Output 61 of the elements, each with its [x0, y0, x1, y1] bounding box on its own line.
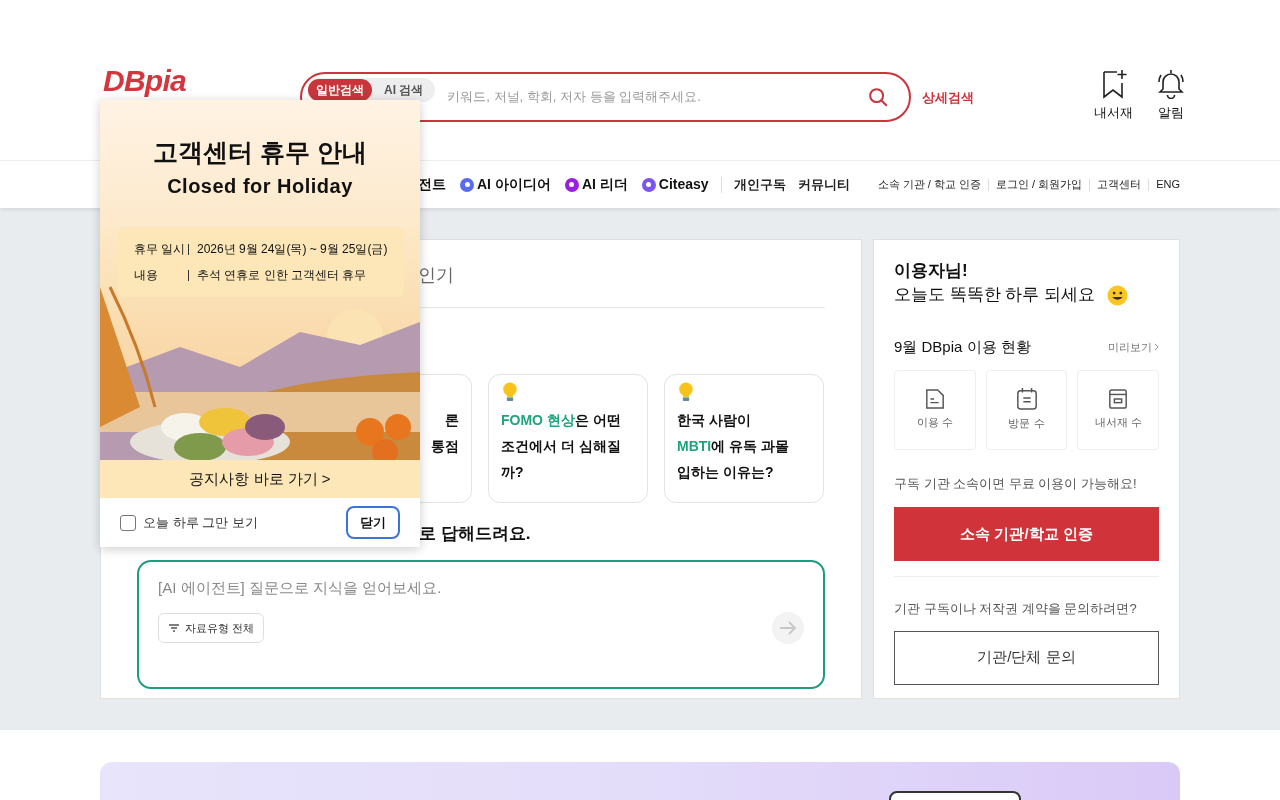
ai-agent-input[interactable]: [AI 에이전트] 질문으로 지식을 얻어보세요. 자료유형 전체 — [137, 559, 825, 689]
nav-link[interactable]: 커뮤니티 — [797, 174, 850, 195]
popup-title: 고객센터 휴무 안내 — [153, 137, 367, 167]
lightbulb-icon — [501, 381, 519, 403]
tab-label[interactable]: 인기 — [418, 262, 454, 289]
nav-link[interactable]: 개인구독 — [733, 174, 786, 195]
document-icon — [924, 388, 945, 411]
bell-icon — [1157, 68, 1185, 99]
close-button[interactable]: 닫기 — [346, 506, 400, 539]
arrow-right-icon — [779, 621, 797, 635]
greeting-message: 오늘도 똑똑한 하루 되세요 — [894, 284, 1096, 306]
greeting-text: 이용자님! — [894, 260, 969, 282]
nav-link[interactable]: 전트 — [418, 174, 446, 195]
question-text: 론 통점 — [430, 411, 459, 456]
calendar-icon — [1015, 387, 1038, 412]
detail-value: 추석 연휴로 인한 고객센터 휴무 — [197, 267, 367, 284]
utility-link[interactable]: 고객센터 — [1097, 176, 1142, 193]
library-button[interactable]: 내서재 — [1094, 68, 1133, 122]
material-type-filter[interactable]: 자료유형 전체 — [158, 613, 265, 643]
site-logo[interactable]: DBpia — [103, 66, 300, 96]
checkbox[interactable] — [120, 514, 136, 531]
nav-link[interactable]: AI 리더 — [564, 174, 628, 195]
archive-icon — [1108, 388, 1129, 411]
usage-title: 9월 DBpia 이용 현황 — [894, 337, 1031, 357]
search-input[interactable]: 키워드, 저널, 학회, 저자 등을 입력해주세요. — [447, 87, 855, 107]
institution-verify-button[interactable]: 소속 기관/학교 인증 — [894, 507, 1159, 561]
usage-stat-tile: 이용 수 — [894, 369, 976, 450]
bookmark-icon — [1100, 68, 1127, 99]
detail-label: 휴무 일시 — [134, 241, 187, 258]
utility-link[interactable]: 로그인 / 회원가입 — [996, 176, 1083, 193]
smiley-icon — [1107, 284, 1129, 306]
notification-button[interactable]: 알림 — [1157, 68, 1185, 122]
preview-link[interactable]: 미리보기 — [1108, 339, 1159, 356]
notice-link[interactable]: 공지사항 바로 가기 > — [100, 460, 420, 498]
institution-inquiry-button[interactable]: 기관/단체 문의 — [894, 630, 1159, 685]
agent-question-input[interactable]: [AI 에이전트] 질문으로 지식을 얻어보세요. — [158, 576, 804, 599]
popup-subtitle: Closed for Holiday — [167, 174, 353, 199]
question-card[interactable]: FOMO 현상은 어떤 조건에서 더 심해질 까? — [488, 374, 648, 503]
detail-label: 내용 — [134, 267, 159, 284]
search-mode-tab[interactable]: 일반검색 — [308, 79, 372, 101]
filter-icon — [168, 623, 180, 633]
question-card[interactable]: 한국 사람이 MBTI에 유독 과몰 입하는 이유는? — [664, 374, 824, 503]
advanced-search-link[interactable]: 상세검색 — [922, 87, 974, 107]
inquiry-prompt: 기관 구독이나 저작권 계약을 문의하려면? — [894, 600, 1138, 618]
usage-stat-tile: 내서재 수 — [1077, 369, 1159, 450]
usage-stat-tile: 방문 수 — [985, 369, 1068, 450]
search-mode-tab[interactable]: AI 검색 — [376, 79, 432, 101]
utility-link[interactable]: 소속 기관 / 학교 인증 — [877, 176, 981, 193]
question-text: FOMO 현상은 어떤 조건에서 더 심해질 까? — [501, 411, 622, 482]
detail-value: 2026년 9월 24일(목) ~ 9월 25일(금) — [197, 241, 388, 258]
question-text: 한국 사람이 MBTI에 유독 과몰 입하는 이유는? — [677, 411, 790, 482]
nav-link[interactable]: AI 아이디어 — [460, 174, 551, 195]
send-button[interactable] — [772, 612, 804, 644]
lightbulb-icon — [677, 381, 695, 403]
promo-text: 구독 기관 소속이면 무료 이용이 가능해요! — [894, 474, 1138, 493]
dont-show-today-option[interactable]: 오늘 하루 그만 보기 — [120, 512, 258, 533]
section-heading: 로 답해드려요. — [419, 523, 531, 545]
chevron-right-icon — [1154, 343, 1159, 352]
utility-link[interactable]: ENG — [1156, 176, 1180, 193]
nav-link[interactable]: Citeasy — [641, 174, 709, 195]
search-icon — [867, 86, 889, 108]
